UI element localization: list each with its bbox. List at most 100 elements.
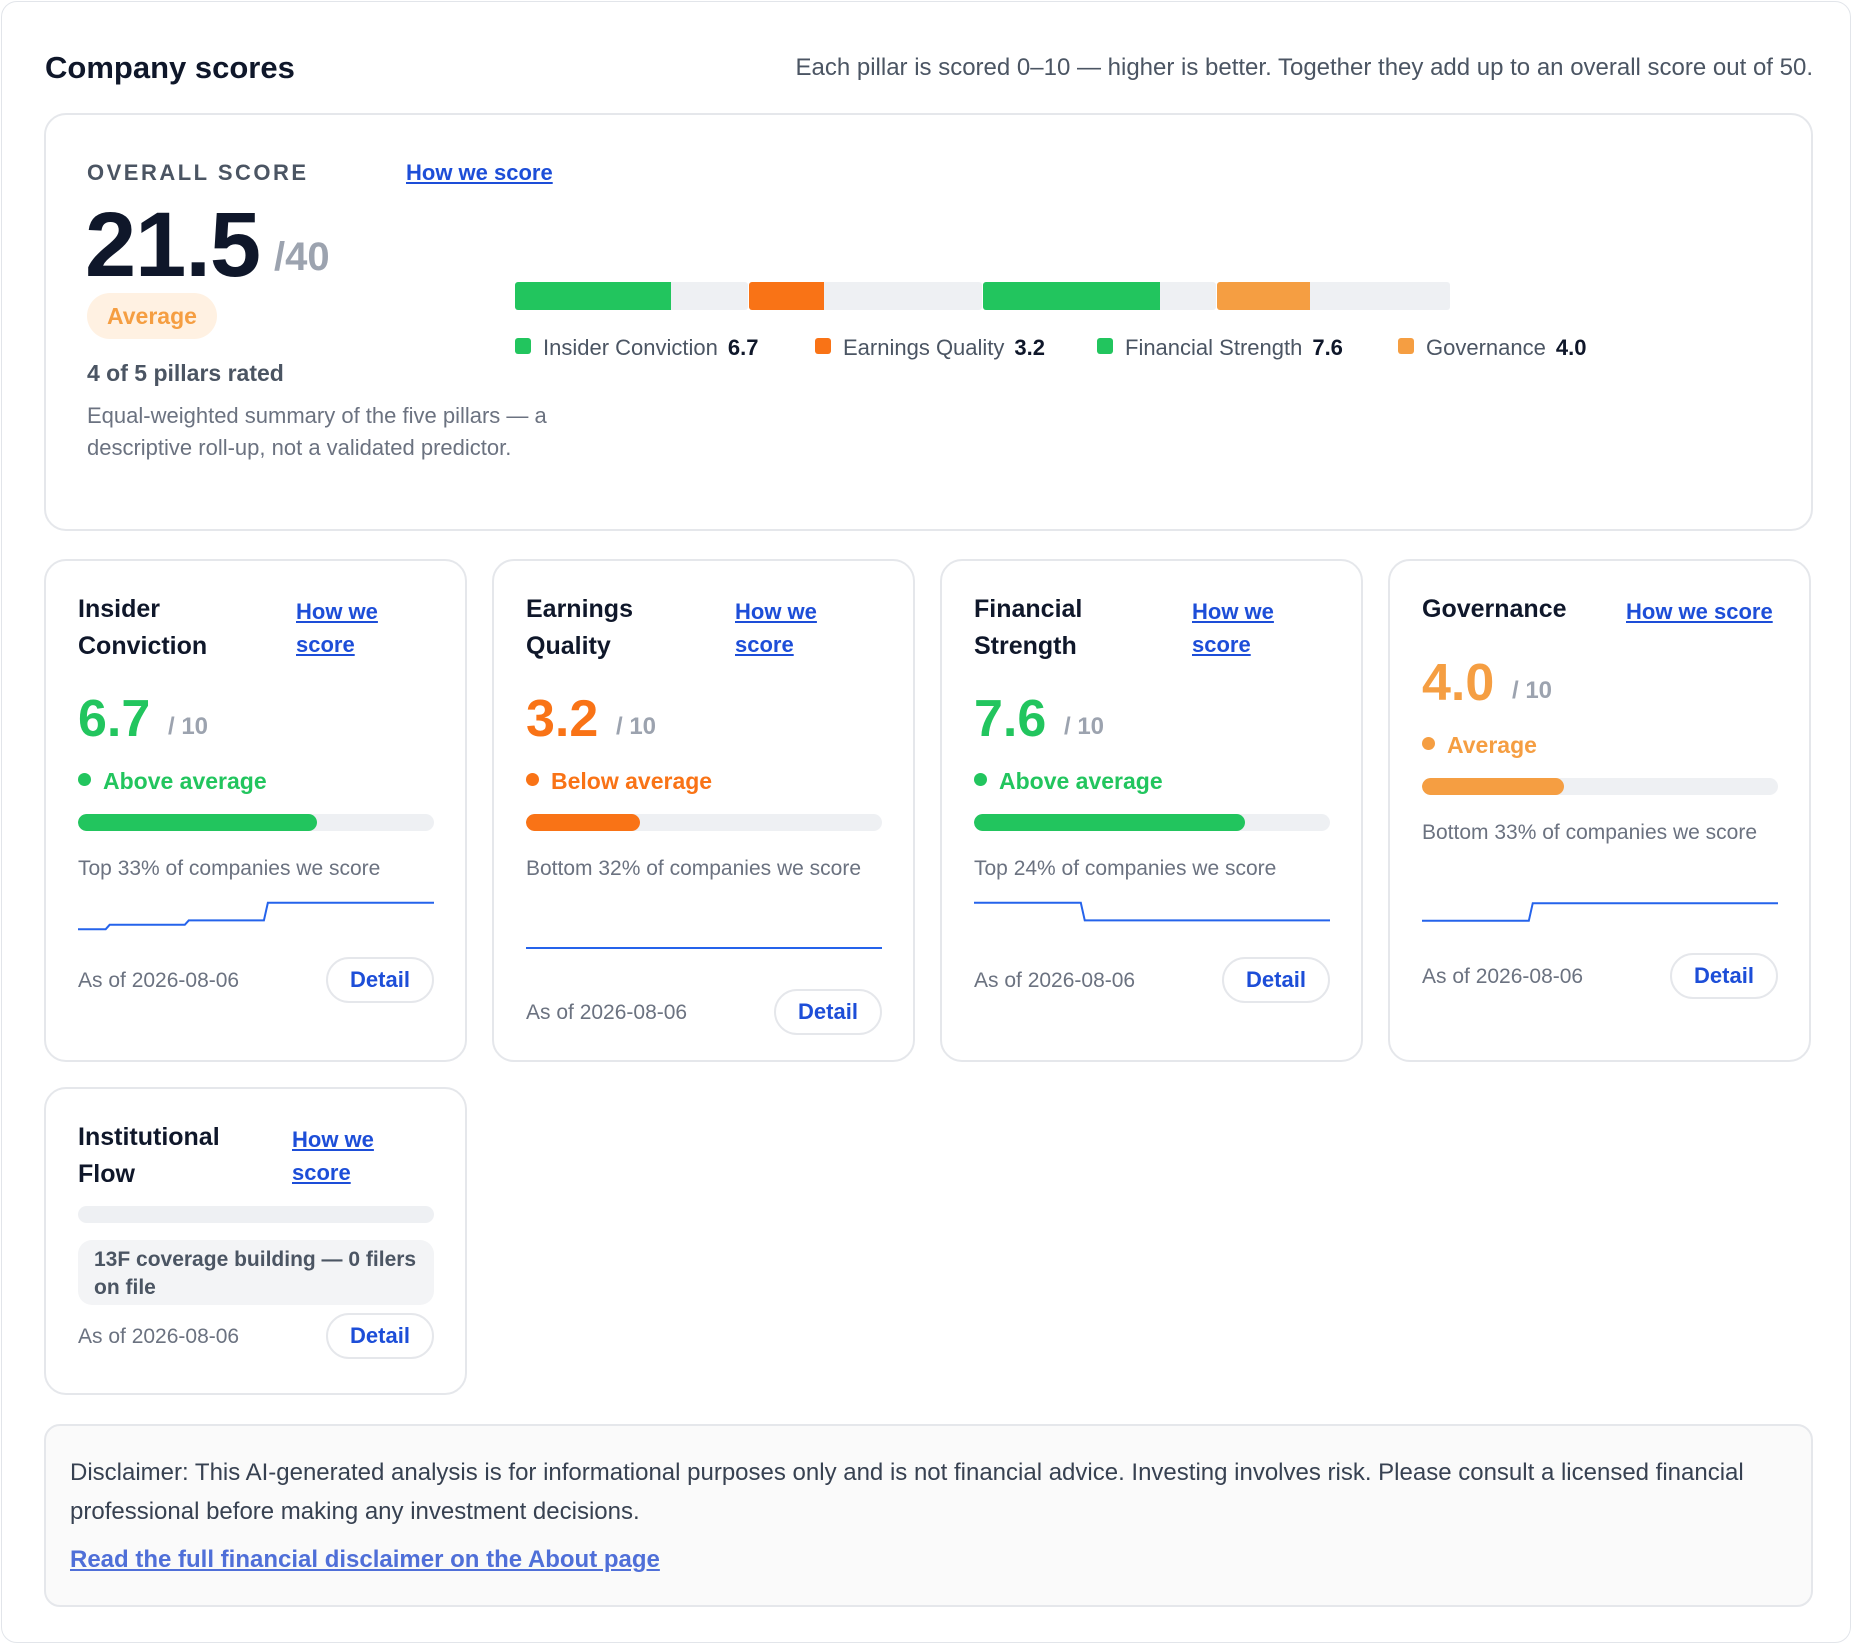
pillar-percentile: Top 33% of companies we score	[78, 857, 381, 880]
pillar-score-fill	[78, 814, 317, 831]
pillar-score-value: 3.2	[526, 690, 599, 748]
pillar-detail-button[interactable]: Detail	[326, 1313, 434, 1359]
segment-bar-earnings-quality	[749, 282, 982, 310]
pillar-score-max: / 10	[1064, 713, 1105, 740]
pillar-sparkline	[78, 901, 434, 931]
legend-value: 6.7	[727, 335, 759, 360]
pillar-card-financial-strength: Financial Strength How we score 7.6 / 10…	[940, 559, 1363, 1062]
overall-score-card: OVERALL SCORE How we score 21.5 /40 Aver…	[44, 113, 1813, 531]
header-note: Each pillar is scored 0–10 — higher is b…	[795, 54, 1813, 81]
sparkline-path	[78, 901, 434, 931]
segment-bar-financial-strength	[983, 282, 1216, 310]
pillar-score-fill	[1422, 778, 1565, 795]
legend-label: Financial Strength	[1125, 335, 1303, 360]
pillar-as-of-date: As of 2026-08-06	[974, 969, 1136, 992]
pillar-card-earnings-quality: Earnings Quality How we score 3.2 / 10 B…	[492, 559, 915, 1062]
legend-swatch	[815, 338, 831, 354]
pillar-as-of-date: As of 2026-08-06	[78, 1325, 240, 1348]
pillar-title: Governance	[1422, 595, 1567, 623]
overall-description: Equal-weighted summary of the five pilla…	[87, 403, 547, 460]
legend-swatch	[1398, 338, 1414, 354]
pillar-sparkline	[974, 901, 1330, 922]
pillar-score-fill	[974, 814, 1245, 831]
pillar-detail-button[interactable]: Detail	[1222, 957, 1330, 1003]
scores-panel: Company scores Each pillar is scored 0–1…	[1, 1, 1851, 1643]
pillar-detail-button[interactable]: Detail	[1670, 953, 1778, 999]
overall-score-value: 21.5	[85, 194, 261, 296]
pillar-detail-button[interactable]: Detail	[326, 957, 434, 1003]
pillar-how-we-score-link[interactable]: How we score	[735, 595, 830, 661]
pillar-detail-button[interactable]: Detail	[774, 989, 882, 1035]
pillar-score-track	[78, 1206, 434, 1223]
status-dot-icon	[78, 773, 91, 786]
pillar-score-value: 4.0	[1422, 654, 1495, 712]
disclaimer-box: Disclaimer: This AI-generated analysis i…	[44, 1424, 1813, 1607]
pillar-how-we-score-link[interactable]: How we score	[1626, 595, 1786, 628]
pillar-title: Insider Conviction	[78, 595, 208, 660]
segment-fill-financial-strength	[983, 282, 1161, 310]
legend-item-earnings-quality: Earnings Quality 3.2	[815, 335, 1045, 361]
panel-header: Company scores Each pillar is scored 0–1…	[45, 42, 1813, 92]
pillar-score-max: / 10	[616, 713, 657, 740]
pillar-sparkline	[526, 947, 882, 949]
pillar-score-track	[974, 814, 1330, 831]
legend-label: Earnings Quality	[843, 335, 1005, 360]
legend-swatch	[1097, 338, 1113, 354]
overall-score-max: /40	[274, 235, 330, 279]
pillar-card-institutional-flow: Institutional Flow How we score 13F cove…	[44, 1087, 467, 1395]
legend-swatch	[515, 338, 531, 354]
segment-fill-governance	[1217, 282, 1311, 310]
status-dot-icon	[526, 773, 539, 786]
segment-fill-insider-conviction	[515, 282, 672, 310]
coverage-note: 13F coverage building — 0 filers on file	[78, 1240, 434, 1305]
pillar-percentile: Bottom 33% of companies we score	[1422, 821, 1757, 844]
pillar-status: Above average	[974, 768, 1163, 795]
pillar-status-label: Above average	[103, 768, 267, 794]
pillar-as-of-date: As of 2026-08-06	[1422, 965, 1584, 988]
pillars-rated-count: 4 of 5 pillars rated	[87, 360, 284, 386]
pillar-how-we-score-link[interactable]: How we score	[1192, 595, 1287, 661]
overall-rating-badge: Average	[87, 293, 217, 339]
pillar-percentile: Top 24% of companies we score	[974, 857, 1277, 880]
pillar-title: Financial Strength	[974, 595, 1083, 660]
legend-item-financial-strength: Financial Strength 7.6	[1097, 335, 1343, 361]
pillar-score-fill	[526, 814, 640, 831]
overall-how-we-score-link[interactable]: How we score	[406, 160, 553, 186]
pillar-how-we-score-link[interactable]: How we score	[292, 1123, 387, 1189]
pillar-score-max: / 10	[168, 713, 209, 740]
pillar-as-of-date: As of 2026-08-06	[526, 1001, 688, 1024]
pillar-score-track	[1422, 778, 1778, 795]
pillar-percentile: Bottom 32% of companies we score	[526, 857, 861, 880]
legend-value: 4.0	[1555, 335, 1587, 360]
pillar-card-insider-conviction: Insider Conviction How we score 6.7 / 10…	[44, 559, 467, 1062]
pillar-score-track	[526, 814, 882, 831]
pillar-status-label: Average	[1447, 732, 1537, 758]
status-dot-icon	[1422, 737, 1435, 750]
segment-bar-insider-conviction	[515, 282, 748, 310]
sparkline-path	[1422, 902, 1778, 922]
sparkline-path	[974, 901, 1330, 922]
pillar-as-of-date: As of 2026-08-06	[78, 969, 240, 992]
segment-fill-earnings-quality	[749, 282, 824, 310]
legend-label: Governance	[1426, 335, 1546, 360]
pillar-score-value: 7.6	[974, 690, 1047, 748]
page-title: Company scores	[45, 50, 295, 85]
legend-item-governance: Governance 4.0	[1398, 335, 1586, 361]
legend-value: 3.2	[1014, 335, 1046, 360]
pillar-how-we-score-link[interactable]: How we score	[296, 595, 391, 661]
pillar-score-track	[78, 814, 434, 831]
pillar-status-label: Above average	[999, 768, 1163, 794]
status-dot-icon	[974, 773, 987, 786]
disclaimer-text: Disclaimer: This AI-generated analysis i…	[70, 1459, 1744, 1525]
pillar-sparkline	[1422, 902, 1778, 922]
pillar-status: Below average	[526, 768, 712, 795]
legend-item-insider-conviction: Insider Conviction 6.7	[515, 335, 758, 361]
legend-value: 7.6	[1312, 335, 1343, 360]
pillar-status: Above average	[78, 768, 267, 795]
pillar-title: Earnings Quality	[526, 595, 633, 660]
pillar-score-value: 6.7	[78, 690, 151, 748]
pillar-card-governance: Governance How we score 4.0 / 10 Average…	[1388, 559, 1811, 1062]
segment-bar-governance	[1217, 282, 1450, 310]
pillar-score-max: / 10	[1512, 677, 1553, 704]
disclaimer-about-link[interactable]: Read the full financial disclaimer on th…	[70, 1546, 660, 1574]
